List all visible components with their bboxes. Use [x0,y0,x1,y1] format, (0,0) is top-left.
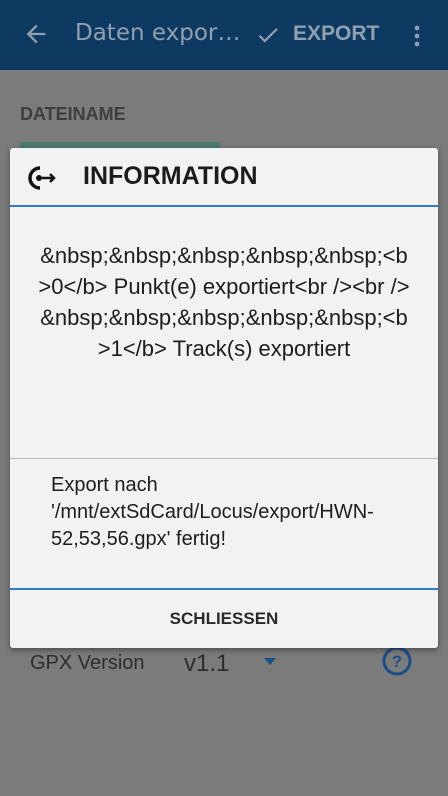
back-arrow-icon[interactable] [22,20,50,48]
dialog-title: INFORMATION [83,162,258,190]
close-button[interactable]: SCHLIESSEN [10,590,438,648]
filename-section-label: DATEINAME [20,104,126,124]
gpx-version-select[interactable]: v1.1 [184,650,229,678]
svg-text:?: ? [392,652,402,671]
export-button[interactable]: EXPORT [293,22,379,46]
app-bar: Daten expor… EXPORT [0,0,448,70]
more-vert-icon[interactable] [412,24,422,48]
check-icon[interactable] [255,22,281,48]
dropdown-arrow-icon[interactable] [264,658,276,665]
dialog-divider [10,458,438,459]
dialog-header: INFORMATION [10,148,438,206]
dialog-detail-text: Export nach '/mnt/extSdCard/Locus/export… [51,474,374,550]
dialog-message: &nbsp;&nbsp;&nbsp;&nbsp;&nbsp;<b>0</b> P… [38,243,410,361]
locus-logo-icon [28,166,56,190]
app-title: Daten expor… [75,20,241,46]
gpx-version-label: GPX Version [30,652,145,674]
help-icon[interactable]: ? [382,646,412,676]
information-dialog: INFORMATION &nbsp;&nbsp;&nbsp;&nbsp;&nbs… [10,148,438,648]
dialog-header-divider [10,205,438,207]
